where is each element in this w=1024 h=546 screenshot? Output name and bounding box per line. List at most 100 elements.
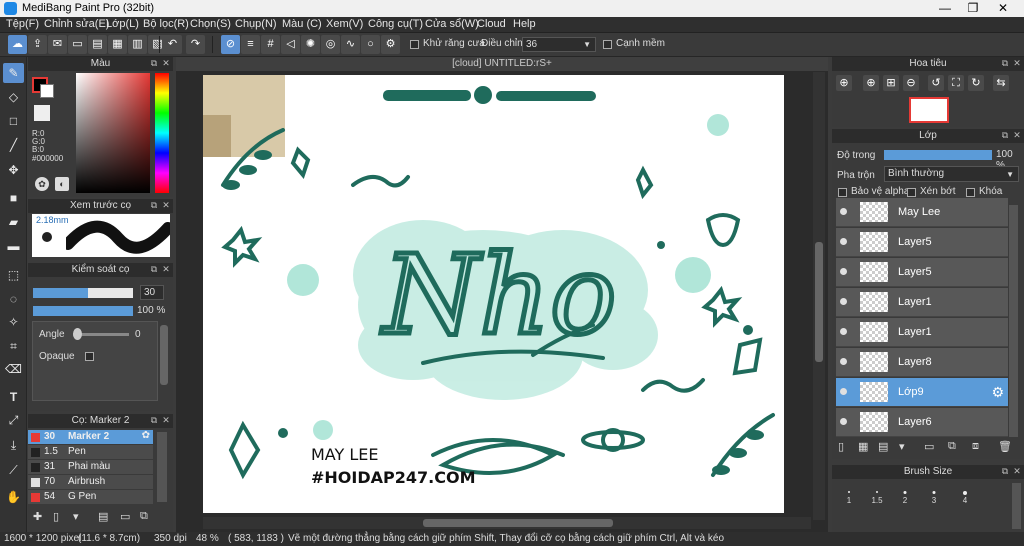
horizontal-scrollbar[interactable] xyxy=(203,517,811,529)
document-tab[interactable]: [cloud] UNTITLED:rS+ xyxy=(176,57,828,71)
brush-size-scrollbar[interactable] xyxy=(1012,483,1021,529)
folder-icon[interactable]: ▭ xyxy=(924,440,934,453)
brush-size-cell[interactable]: 1 xyxy=(834,487,864,505)
new-raster-layer-icon[interactable]: ▤ xyxy=(878,440,888,453)
menu-edit[interactable]: Chỉnh sửa(E) xyxy=(44,18,109,30)
visibility-eye-icon[interactable] xyxy=(840,268,847,275)
circle-snap-icon[interactable]: ◎ xyxy=(321,35,340,54)
menu-layer[interactable]: Lớp(L) xyxy=(106,18,139,30)
move-tool-icon[interactable]: ✥ xyxy=(3,160,24,180)
parallel-snap-icon[interactable]: ≡ xyxy=(241,35,260,54)
blend-mode-select[interactable]: Bình thường ▼ xyxy=(884,166,1019,182)
layer-list-scrollbar[interactable] xyxy=(1009,205,1018,437)
rotate-left-icon[interactable]: ↺ xyxy=(928,75,944,91)
menu-tools[interactable]: Công cụ(T) xyxy=(368,18,423,30)
line-tool-icon[interactable]: ╱ xyxy=(3,135,24,155)
close-panel-icon[interactable]: ✕ xyxy=(1012,130,1022,141)
brush-folder-icon[interactable]: ▭ xyxy=(120,510,130,523)
magic-wand-tool-icon[interactable]: ✧ xyxy=(3,312,24,332)
close-panel-icon[interactable]: ✕ xyxy=(161,200,171,211)
layer-row[interactable]: Layer6 xyxy=(836,408,1008,437)
duplicate-brush-icon[interactable]: ⧉ xyxy=(140,510,148,523)
merge-layer-icon[interactable]: ⧈ xyxy=(972,440,979,453)
hand-tool-icon[interactable]: ✋ xyxy=(3,487,24,507)
protect-alpha-checkbox[interactable] xyxy=(838,188,847,197)
select-tool-icon[interactable]: ⬚ xyxy=(3,265,24,285)
new-layer-menu-icon[interactable]: ▾ xyxy=(899,440,905,453)
visibility-eye-icon[interactable] xyxy=(840,358,847,365)
eraser-tool-icon[interactable]: ◇ xyxy=(3,87,24,107)
brush-item-g-pen[interactable]: 54 G Pen xyxy=(28,490,153,505)
brush-menu-icon[interactable]: ▾ xyxy=(73,510,79,523)
layer-row[interactable]: Layer5 xyxy=(836,228,1008,257)
menu-filter[interactable]: Bộ lọc(R) xyxy=(143,18,189,30)
select-pen-tool-icon[interactable]: ⌗ xyxy=(3,336,24,356)
layer-row-selected[interactable]: Lớp9 ⚙ xyxy=(836,378,1008,407)
snap-off-icon[interactable]: ⊘ xyxy=(221,35,240,54)
brush-size-slider[interactable] xyxy=(33,288,133,298)
close-button[interactable]: ✕ xyxy=(992,0,1014,17)
vanishing-point-icon[interactable]: ◁ xyxy=(281,35,300,54)
grid-icon[interactable]: ▦ xyxy=(108,35,127,54)
snap-settings-icon[interactable]: ⚙ xyxy=(381,35,400,54)
add-brush-icon[interactable]: ✚ xyxy=(33,510,42,523)
zoom-out-icon[interactable]: ⊖ xyxy=(903,75,919,91)
brush-tool-icon[interactable]: ✎ xyxy=(3,63,24,83)
menu-help[interactable]: Help xyxy=(513,18,536,30)
cloud-icon[interactable]: ☁ xyxy=(8,35,27,54)
visibility-eye-icon[interactable] xyxy=(840,418,847,425)
menu-window[interactable]: Cửa sổ(W) xyxy=(425,18,479,30)
lock-checkbox[interactable] xyxy=(966,188,975,197)
zoom-in-icon[interactable]: ⊕ xyxy=(836,75,852,91)
vertical-scrollbar[interactable] xyxy=(813,72,825,520)
dropper-tool-icon[interactable]: ⤓ xyxy=(3,435,24,455)
eyedropper-tool-icon[interactable]: ⟋ xyxy=(3,460,24,480)
layer-row[interactable]: Layer1 xyxy=(836,288,1008,317)
brush-size-cell[interactable]: 1.5 xyxy=(862,487,892,505)
zoom-in-2-icon[interactable]: ⊕ xyxy=(863,75,879,91)
radial-snap-icon[interactable]: ✺ xyxy=(301,35,320,54)
close-panel-icon[interactable]: ✕ xyxy=(1012,58,1022,69)
rotate-right-icon[interactable]: ↻ xyxy=(968,75,984,91)
brush-options-scrollbar[interactable] xyxy=(160,325,168,385)
new-halftone-layer-icon[interactable]: ▦ xyxy=(858,440,868,453)
gear-icon[interactable]: ✿ xyxy=(142,430,150,441)
brush-item-marker-2[interactable]: 30 Marker 2 ✿ xyxy=(28,430,153,445)
menu-file[interactable]: Tệp(F) xyxy=(6,18,39,30)
layer-opacity-slider[interactable] xyxy=(884,150,992,160)
visibility-eye-icon[interactable] xyxy=(840,388,847,395)
drawing-canvas[interactable]: Nho MAY LEE #HOIDAP247.COM xyxy=(203,75,784,513)
close-panel-icon[interactable]: ✕ xyxy=(1012,466,1022,477)
flip-icon[interactable]: ⇆ xyxy=(993,75,1009,91)
new-brush-icon[interactable]: ▯ xyxy=(53,510,59,523)
undock-icon[interactable]: ⧉ xyxy=(1000,130,1010,141)
layer-row[interactable]: Layer8 xyxy=(836,348,1008,377)
undo-icon[interactable]: ↶ xyxy=(163,35,182,54)
correction-select[interactable]: 36 ▼ xyxy=(522,37,596,52)
bucket-tool-icon[interactable]: ▰ xyxy=(3,212,24,232)
brush-settings-icon[interactable]: ▤ xyxy=(98,510,108,523)
transparent-color-swatch[interactable] xyxy=(34,105,50,121)
undock-icon[interactable]: ⧉ xyxy=(149,58,159,69)
fit-icon[interactable]: ⊞ xyxy=(883,75,899,91)
horizontal-scroll-thumb[interactable] xyxy=(423,519,613,527)
angle-slider-handle[interactable] xyxy=(73,328,82,340)
close-panel-icon[interactable]: ✕ xyxy=(161,415,171,426)
clipping-checkbox[interactable] xyxy=(907,188,916,197)
navigator-thumbnail[interactable] xyxy=(909,97,949,123)
chat-icon[interactable]: ✉ xyxy=(48,35,67,54)
antialias-checkbox[interactable] xyxy=(410,40,419,49)
color-history-icon[interactable]: ◐ xyxy=(55,177,69,191)
brush-size-cell[interactable]: 3 xyxy=(919,487,949,505)
soft-edge-checkbox[interactable] xyxy=(603,40,612,49)
restore-button[interactable]: ❐ xyxy=(962,0,984,17)
delete-layer-icon[interactable]: 🗑 xyxy=(998,440,1012,453)
layer-row[interactable]: Layer1 xyxy=(836,318,1008,347)
visibility-eye-icon[interactable] xyxy=(840,208,847,215)
brush-size-cell[interactable]: 4 xyxy=(950,487,980,505)
hue-slider[interactable] xyxy=(155,73,169,193)
panel-icon[interactable]: ▥ xyxy=(128,35,147,54)
redo-icon[interactable]: ↷ xyxy=(186,35,205,54)
brush-item-airbrush[interactable]: 70 Airbrush xyxy=(28,475,153,490)
layer-row[interactable]: Layer5 xyxy=(836,258,1008,287)
